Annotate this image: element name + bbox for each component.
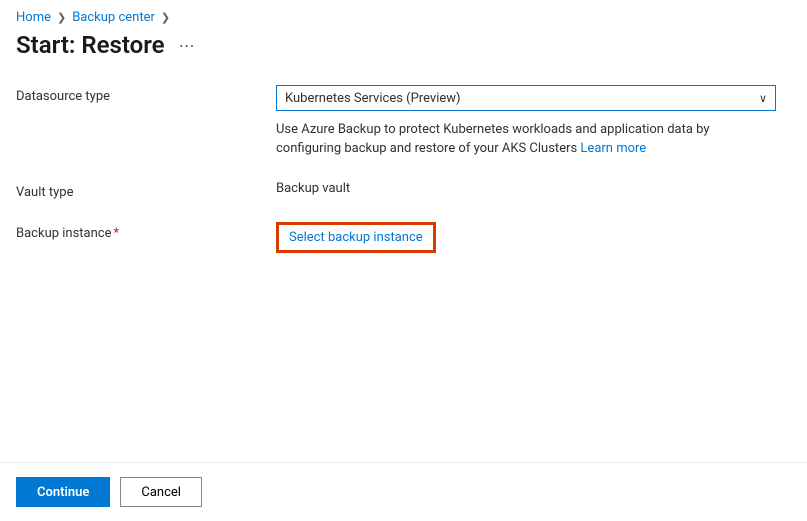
row-datasource-type: Datasource type Kubernetes Services (Pre… <box>16 85 791 159</box>
required-asterisk: * <box>114 226 120 241</box>
cancel-button[interactable]: Cancel <box>120 477 202 507</box>
select-datasource-type[interactable]: Kubernetes Services (Preview) ∨ <box>276 85 776 111</box>
more-icon[interactable]: ⋯ <box>179 36 196 55</box>
breadcrumb-home[interactable]: Home <box>16 10 51 25</box>
row-backup-instance: Backup instance* Select backup instance <box>16 222 791 253</box>
page-title: Start: Restore <box>16 31 165 59</box>
select-value: Kubernetes Services (Preview) <box>285 91 461 106</box>
value-vault-type: Backup vault <box>276 181 776 196</box>
learn-more-link[interactable]: Learn more <box>580 141 646 156</box>
label-datasource-type: Datasource type <box>16 85 276 104</box>
title-row: Start: Restore ⋯ <box>0 29 807 79</box>
highlight-box: Select backup instance <box>276 222 436 253</box>
breadcrumb-backup-center[interactable]: Backup center <box>72 10 155 25</box>
breadcrumb: Home ❯ Backup center ❯ <box>0 0 807 29</box>
chevron-right-icon: ❯ <box>57 11 66 24</box>
chevron-down-icon: ∨ <box>759 92 767 105</box>
label-vault-type: Vault type <box>16 181 276 200</box>
row-vault-type: Vault type Backup vault <box>16 181 791 200</box>
footer-bar: Continue Cancel <box>0 462 807 521</box>
continue-button[interactable]: Continue <box>16 477 110 507</box>
chevron-right-icon: ❯ <box>161 11 170 24</box>
select-backup-instance-link[interactable]: Select backup instance <box>279 225 433 250</box>
label-backup-instance: Backup instance* <box>16 222 276 241</box>
datasource-help-text: Use Azure Backup to protect Kubernetes w… <box>276 121 776 159</box>
form-area: Datasource type Kubernetes Services (Pre… <box>0 79 807 253</box>
